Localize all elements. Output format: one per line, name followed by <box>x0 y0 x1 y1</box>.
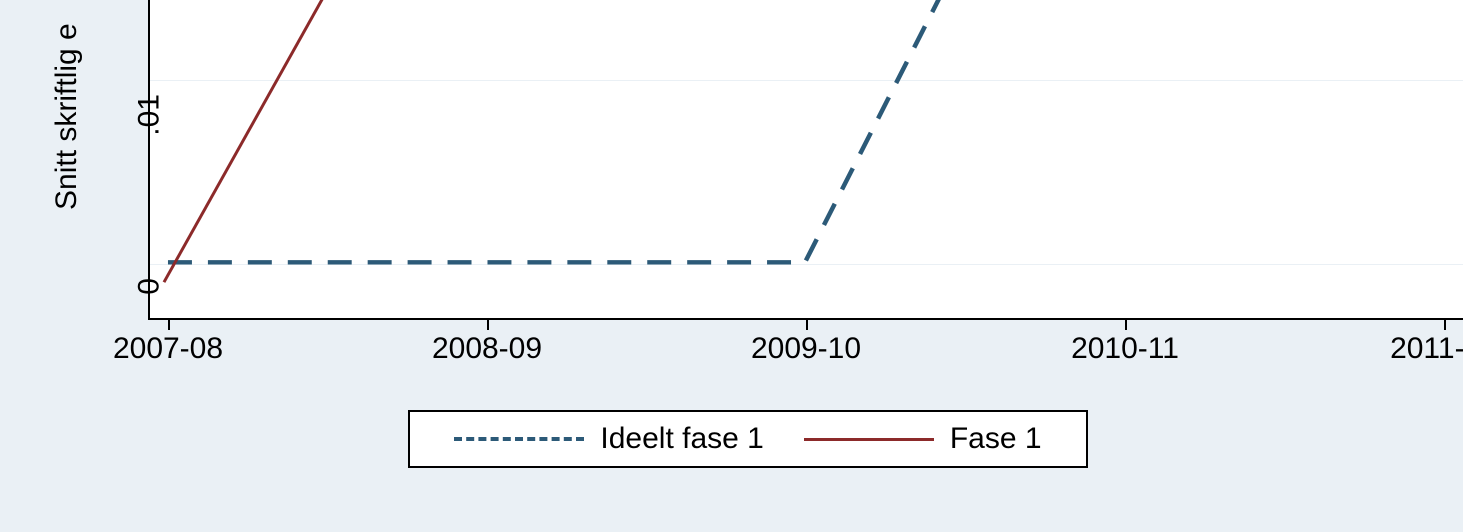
x-tick-label: 2007-08 <box>113 332 223 366</box>
series-fase-1 <box>164 0 350 282</box>
legend-item: Fase 1 <box>804 422 1042 456</box>
x-tick-mark <box>168 318 170 330</box>
chart-container: 0 .01 2007-08 2008-09 2009-10 2010-11 20… <box>0 0 1463 532</box>
x-tick-mark <box>1125 318 1127 330</box>
chart-lines <box>150 0 1463 318</box>
legend-swatch-dashed <box>454 437 584 441</box>
plot-area: 0 .01 2007-08 2008-09 2009-10 2010-11 20… <box>148 0 1463 320</box>
legend-label: Ideelt fase 1 <box>600 422 763 456</box>
x-tick-mark <box>487 318 489 330</box>
x-tick-label: 2009-10 <box>751 332 861 366</box>
y-axis-title: Snitt skriftlig e <box>50 23 84 210</box>
x-tick-label: 2008-09 <box>432 332 542 366</box>
legend-item: Ideelt fase 1 <box>454 422 763 456</box>
x-tick-mark <box>1444 318 1446 330</box>
x-tick-mark <box>806 318 808 330</box>
legend: Ideelt fase 1 Fase 1 <box>408 410 1088 468</box>
legend-swatch-solid <box>804 438 934 441</box>
x-tick-label: 2010-11 <box>1071 332 1179 366</box>
series-ideelt-fase-1 <box>168 0 964 262</box>
legend-label: Fase 1 <box>950 422 1042 456</box>
x-tick-label: 2011-12 <box>1390 332 1463 366</box>
